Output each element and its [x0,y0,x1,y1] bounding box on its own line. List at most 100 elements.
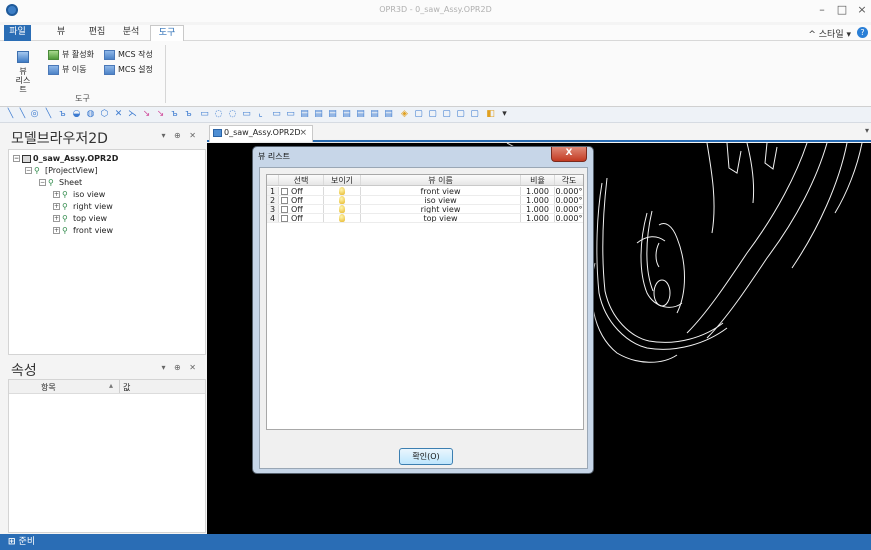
layer-tool-4-icon[interactable]: ▢ [456,110,465,119]
dimension-tool-4-icon[interactable]: ▤ [314,110,323,119]
snap-tool-icon[interactable]: ъ [184,110,193,119]
tab-list-icon[interactable]: ▾ [865,126,869,135]
table-row[interactable]: 2 Off iso view 1.000 0.000° [267,196,583,205]
dimension-tool-7-icon[interactable]: ▤ [356,110,365,119]
toolbar-overflow-icon[interactable]: ▾ [500,110,509,119]
select-checkbox[interactable] [281,206,288,213]
column-view-name[interactable]: 뷰 이름 [361,175,521,185]
dimension-tool-8-icon[interactable]: ▤ [370,110,379,119]
view-name-cell[interactable]: front view [361,187,521,195]
property-column-item[interactable]: 항목 [41,382,56,393]
dimension-tool-1-icon[interactable]: ▭ [272,110,281,119]
properties-controls[interactable]: ▾ ⊕ ✕ [161,363,199,372]
layer-tool-2-icon[interactable]: ▢ [428,110,437,119]
cross-tool-icon[interactable]: ✕ [114,110,123,119]
settings-tool-icon[interactable]: ◧ [486,110,495,119]
collapse-icon[interactable]: − [13,155,20,162]
angle-cell[interactable]: 0.000° [555,196,583,204]
select-checkbox[interactable] [281,188,288,195]
layer-tool-3-icon[interactable]: ▢ [442,110,451,119]
dimension-tool-2-icon[interactable]: ▭ [286,110,295,119]
expand-icon[interactable]: + [53,215,60,222]
tree-root[interactable]: − 0_saw_Assy.OPR2D [13,154,118,163]
tab-tools[interactable]: 도구 [150,25,184,42]
set-mcs-button[interactable]: MCS 설정 [104,64,153,75]
offset-tool-icon[interactable]: ↘ [156,110,165,119]
view-tool-2-icon[interactable]: ◌ [214,110,223,119]
layer-tool-5-icon[interactable]: ▢ [470,110,479,119]
ratio-cell[interactable]: 1.000 [521,196,555,204]
tree-view-item[interactable]: + ⚲ front view [53,226,113,235]
tree-sheet[interactable]: − ⚲ Sheet [39,178,82,187]
table-row[interactable]: 3 Off right view 1.000 0.000° [267,205,583,214]
move-view-button[interactable]: 뷰 이동 [48,64,87,75]
select-checkbox[interactable] [281,197,288,204]
visible-cell[interactable] [324,196,361,204]
document-tab[interactable]: 0_saw_Assy.OPR2D × [209,125,313,142]
dimension-tool-5-icon[interactable]: ▤ [328,110,337,119]
tree-view-item[interactable]: + ⚲ top view [53,214,107,223]
visible-cell[interactable] [324,214,361,222]
lightbulb-icon[interactable] [339,187,345,195]
dialog-close-button[interactable]: X [551,147,587,162]
view-name-cell[interactable]: iso view [361,196,521,204]
dimension-tool-9-icon[interactable]: ▤ [384,110,393,119]
lightbulb-icon[interactable] [339,205,345,213]
expand-icon[interactable]: + [53,191,60,198]
help-icon[interactable]: ? [857,27,868,38]
minimize-button[interactable]: – [812,3,832,16]
arc-tool-icon[interactable]: ◒ [72,110,81,119]
column-select[interactable]: 선택 [279,175,324,185]
collapse-icon[interactable]: − [25,167,32,174]
model-browser-controls[interactable]: ▾ ⊕ ✕ [161,131,199,140]
lightbulb-icon[interactable] [339,214,345,222]
tree-view-item[interactable]: + ⚲ iso view [53,190,105,199]
view-tool-1-icon[interactable]: ▭ [200,110,209,119]
select-cell[interactable]: Off [279,214,324,222]
ellipse-tool-icon[interactable]: ◍ [86,110,95,119]
expand-icon[interactable]: + [53,203,60,210]
close-button[interactable]: × [852,3,871,16]
column-visible[interactable]: 보이기 [324,175,361,185]
annotation-tool-icon[interactable]: ◈ [400,110,409,119]
select-cell[interactable]: Off [279,187,324,195]
angle-tool-icon[interactable]: ъ [58,110,67,119]
tree-view-item[interactable]: + ⚲ right view [53,202,113,211]
select-cell[interactable]: Off [279,196,324,204]
ratio-cell[interactable]: 1.000 [521,187,555,195]
tab-view[interactable]: 뷰 [52,25,70,41]
column-angle[interactable]: 각도 [555,175,583,185]
polyline-tool-icon[interactable]: ╲ [44,110,53,119]
view-name-cell[interactable]: top view [361,214,521,222]
select-cell[interactable]: Off [279,205,324,213]
circle-tool-icon[interactable]: ◎ [30,110,39,119]
tab-edit[interactable]: 편집 [85,25,109,41]
view-list-button[interactable]: 뷰 리스트 [12,51,34,94]
dimension-tool-6-icon[interactable]: ▤ [342,110,351,119]
layer-tool-1-icon[interactable]: ▢ [414,110,423,119]
angle-cell[interactable]: 0.000° [555,214,583,222]
view-name-cell[interactable]: right view [361,205,521,213]
collapse-icon[interactable]: − [39,179,46,186]
ratio-cell[interactable]: 1.000 [521,205,555,213]
select-checkbox[interactable] [281,215,288,222]
activate-view-button[interactable]: 뷰 활성화 [48,49,94,60]
select-tool-icon[interactable]: ъ [170,110,179,119]
polygon-tool-icon[interactable]: ⬡ [100,110,109,119]
tab-analysis[interactable]: 분석 [119,25,143,41]
visible-cell[interactable] [324,187,361,195]
view-tool-4-icon[interactable]: ▭ [242,110,251,119]
table-row[interactable]: 1 Off front view 1.000 0.000° [267,187,583,196]
maximize-button[interactable]: □ [832,3,852,16]
extend-tool-icon[interactable]: ↘ [142,110,151,119]
sort-icon[interactable]: ▴ [109,381,113,390]
style-menu[interactable]: ^ 스타일 ▾ [808,27,851,40]
angle-cell[interactable]: 0.000° [555,187,583,195]
column-ratio[interactable]: 비율 [521,175,555,185]
tab-close-icon[interactable]: × [299,126,307,140]
expand-icon[interactable]: + [53,227,60,234]
create-mcs-button[interactable]: MCS 작성 [104,49,153,60]
tab-file[interactable]: 파일 [4,25,31,41]
table-row[interactable]: 4 Off top view 1.000 0.000° [267,214,583,223]
view-tool-5-icon[interactable]: ⌞ [256,110,265,119]
